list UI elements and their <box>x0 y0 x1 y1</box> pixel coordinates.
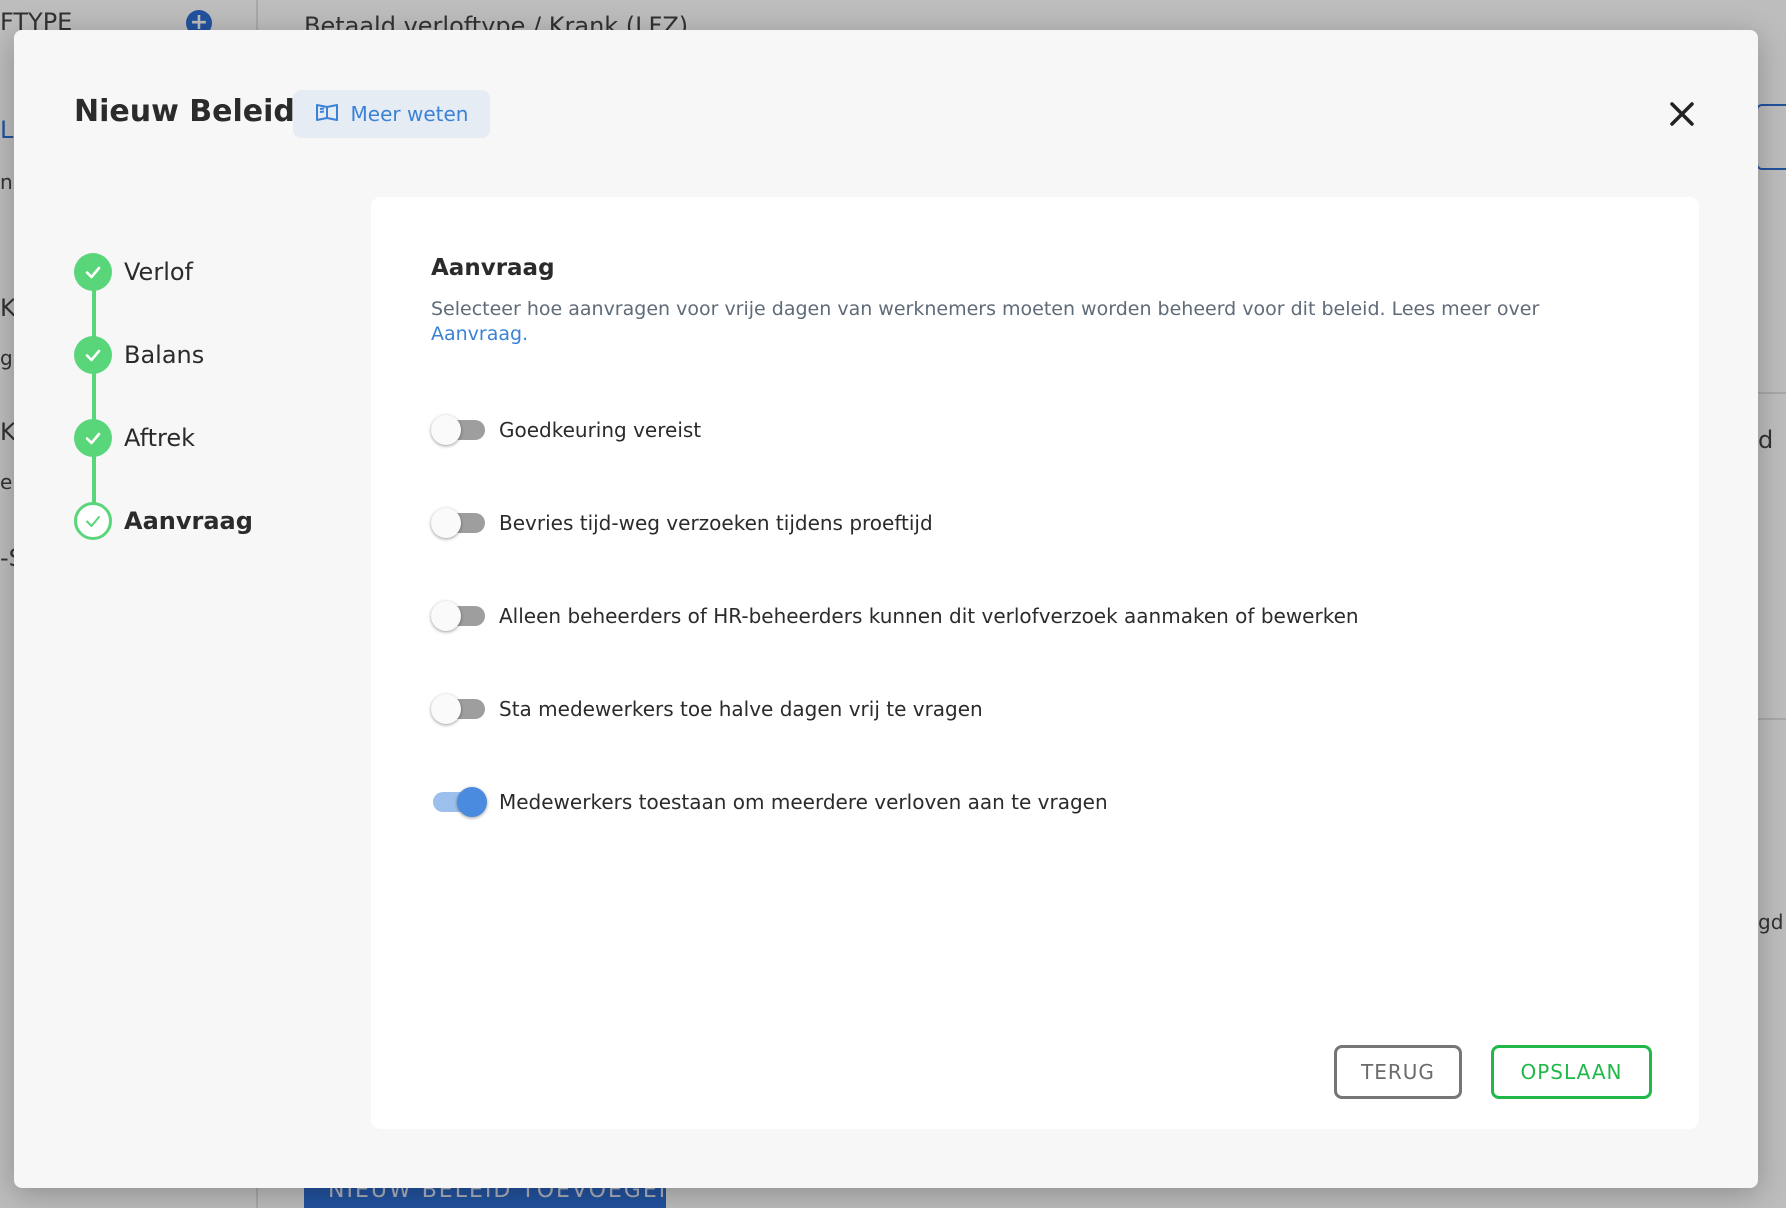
close-icon <box>1670 102 1694 126</box>
step-done-indicator <box>74 419 112 457</box>
toggle-label: Sta medewerkers toe halve dagen vrij te … <box>499 697 983 721</box>
request-settings-panel: Aanvraag Selecteer hoe aanvragen voor vr… <box>371 197 1699 1129</box>
freeze-probation-toggle[interactable] <box>431 508 485 538</box>
check-icon <box>85 432 101 445</box>
multiple-leaves-toggle[interactable] <box>431 787 487 817</box>
toggle-label: Medewerkers toestaan om meerdere verlove… <box>499 790 1108 814</box>
step-current-indicator <box>74 502 112 540</box>
policy-stepper: Verlof Balans Aftrek Aanvraag <box>74 252 334 592</box>
approval-required-toggle[interactable] <box>431 415 485 445</box>
step-label: Verlof <box>124 258 193 286</box>
toggle-knob <box>431 415 461 445</box>
check-icon <box>85 266 101 279</box>
step-aanvraag[interactable]: Aanvraag <box>74 501 253 541</box>
close-button[interactable] <box>1664 96 1700 132</box>
description-text: Selecteer hoe aanvragen voor vrije dagen… <box>431 298 1540 320</box>
toggle-label: Goedkeuring vereist <box>499 418 702 442</box>
toggle-row-multiple-leaves[interactable]: Medewerkers toestaan om meerdere verlove… <box>431 786 1108 818</box>
book-icon <box>315 100 339 129</box>
section-description: Selecteer hoe aanvragen voor vrije dagen… <box>431 297 1651 347</box>
step-verlof[interactable]: Verlof <box>74 252 193 292</box>
toggle-knob <box>431 508 461 538</box>
modal-title: Nieuw Beleid <box>74 94 295 129</box>
new-policy-modal: Nieuw Beleid Meer weten Verlof Balans Af… <box>14 30 1758 1188</box>
learn-more-link[interactable]: Aanvraag. <box>431 323 528 345</box>
toggle-row-approval-required[interactable]: Goedkeuring vereist <box>431 414 701 446</box>
toggle-knob <box>431 694 461 724</box>
check-icon <box>86 516 100 527</box>
toggle-knob <box>457 787 487 817</box>
learn-more-button[interactable]: Meer weten <box>293 90 490 138</box>
learn-more-label: Meer weten <box>350 102 469 126</box>
step-balans[interactable]: Balans <box>74 335 204 375</box>
check-icon <box>85 349 101 362</box>
stepper-line <box>92 272 96 530</box>
toggle-label: Bevries tijd-weg verzoeken tijdens proef… <box>499 511 933 535</box>
save-button[interactable]: OPSLAAN <box>1491 1045 1652 1099</box>
step-label: Balans <box>124 341 205 369</box>
step-label: Aftrek <box>124 424 196 452</box>
toggle-knob <box>431 601 461 631</box>
step-done-indicator <box>74 336 112 374</box>
toggle-row-half-days[interactable]: Sta medewerkers toe halve dagen vrij te … <box>431 693 983 725</box>
toggle-row-freeze-probation[interactable]: Bevries tijd-weg verzoeken tijdens proef… <box>431 507 933 539</box>
step-aftrek[interactable]: Aftrek <box>74 418 195 458</box>
back-button[interactable]: TERUG <box>1334 1045 1462 1099</box>
toggle-label: Alleen beheerders of HR-beheerders kunne… <box>499 604 1359 628</box>
toggle-row-admin-only[interactable]: Alleen beheerders of HR-beheerders kunne… <box>431 600 1359 632</box>
admin-only-toggle[interactable] <box>431 601 485 631</box>
section-title: Aanvraag <box>431 255 555 281</box>
half-days-toggle[interactable] <box>431 694 485 724</box>
step-done-indicator <box>74 253 112 291</box>
step-label: Aanvraag <box>124 507 253 535</box>
